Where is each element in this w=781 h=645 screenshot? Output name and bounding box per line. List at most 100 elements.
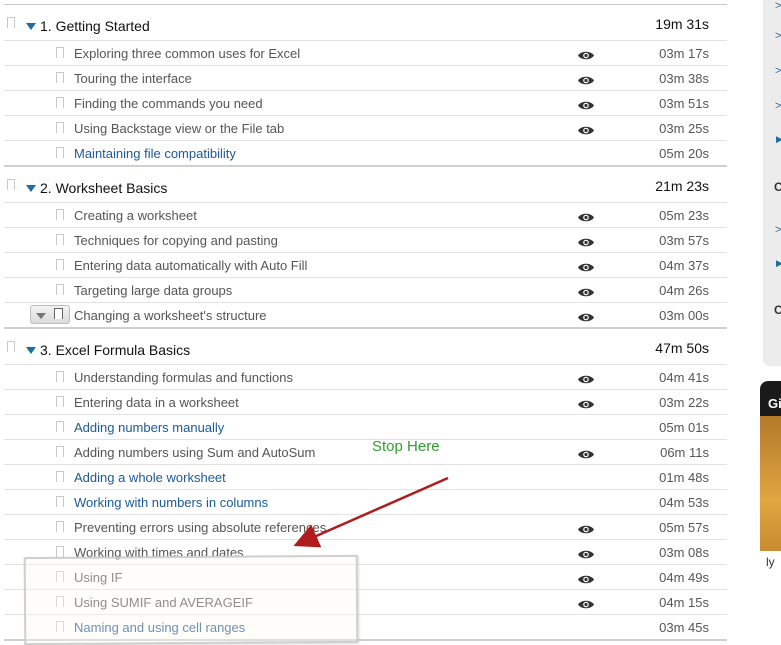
bookmark-icon[interactable]: [7, 341, 15, 356]
chapter-title[interactable]: 2. Worksheet Basics: [40, 180, 167, 196]
lesson-row[interactable]: Entering data automatically with Auto Fi…: [4, 252, 727, 277]
bookmark-icon[interactable]: [56, 259, 64, 274]
lesson-duration: 04m 49s: [659, 570, 709, 585]
lesson-title[interactable]: Exploring three common uses for Excel: [74, 46, 300, 61]
lesson-row[interactable]: Techniques for copying and pasting 03m 57…: [4, 227, 727, 252]
lesson-duration: 03m 51s: [659, 96, 709, 111]
lesson-row[interactable]: Changing a worksheet's structure 03m 00s: [4, 302, 727, 327]
bookmark-icon[interactable]: [56, 72, 64, 87]
chapter-duration: 19m 31s: [655, 16, 709, 32]
lesson-row[interactable]: Finding the commands you need 03m 51s: [4, 90, 727, 115]
bookmark-icon[interactable]: [56, 147, 64, 162]
lesson-title[interactable]: Touring the interface: [74, 71, 192, 86]
lesson-row[interactable]: Maintaining file compatibility 05m 20s: [4, 140, 727, 165]
lesson-title[interactable]: Creating a worksheet: [74, 208, 197, 223]
highlight-box: [23, 554, 359, 645]
bookmark-icon[interactable]: [56, 396, 64, 411]
chevron-right-icon[interactable]: >: [775, 224, 781, 236]
lesson-title[interactable]: Understanding formulas and functions: [74, 370, 293, 385]
bookmark-icon[interactable]: [56, 97, 64, 112]
lesson-title[interactable]: Adding a whole worksheet: [74, 470, 226, 485]
chevron-right-icon[interactable]: >: [775, 0, 781, 12]
lesson-title[interactable]: Using Backstage view or the File tab: [74, 121, 284, 136]
bookmark-icon[interactable]: [56, 521, 64, 536]
chevron-right-icon[interactable]: >: [775, 100, 781, 112]
sidebar-ad-text: Gi: [768, 396, 781, 411]
bookmark-icon[interactable]: [7, 179, 15, 194]
chapter-title[interactable]: 1. Getting Started: [40, 18, 150, 34]
lesson-duration: 01m 48s: [659, 470, 709, 485]
lesson-row[interactable]: Targeting large data groups 04m 26s: [4, 277, 727, 302]
chapter-header[interactable]: 3. Excel Formula Basics 47m 50s: [4, 329, 727, 364]
chevron-right-icon[interactable]: >: [775, 65, 781, 77]
lesson-duration: 03m 57s: [659, 233, 709, 248]
chevron-right-icon[interactable]: >: [775, 30, 781, 42]
bookmark-icon[interactable]: [56, 234, 64, 249]
collapse-triangle-icon[interactable]: [26, 347, 36, 354]
lesson-row[interactable]: Creating a worksheet 05m 23s: [4, 202, 727, 227]
collapse-triangle-icon[interactable]: [26, 23, 36, 30]
viewed-eye-icon: [577, 210, 595, 222]
bookmark-icon[interactable]: [56, 284, 64, 299]
lesson-duration: 03m 38s: [659, 71, 709, 86]
lesson-title[interactable]: Finding the commands you need: [74, 96, 263, 111]
lesson-title[interactable]: Working with numbers in columns: [74, 495, 268, 510]
bookmark-icon[interactable]: [56, 421, 64, 436]
bookmark-icon[interactable]: [56, 546, 64, 561]
collapse-triangle-icon[interactable]: [26, 185, 36, 192]
bookmark-icon[interactable]: [7, 17, 15, 32]
viewed-eye-icon: [577, 123, 595, 135]
lesson-duration: 05m 20s: [659, 146, 709, 161]
lesson-duration: 04m 37s: [659, 258, 709, 273]
viewed-eye-icon: [577, 235, 595, 247]
bookmark-flag-icon: [54, 308, 63, 319]
chapter-title[interactable]: 3. Excel Formula Basics: [40, 342, 190, 358]
lesson-duration: 04m 41s: [659, 370, 709, 385]
chapter-duration: 47m 50s: [655, 340, 709, 356]
bookmark-icon[interactable]: [56, 47, 64, 62]
lesson-row[interactable]: Entering data in a worksheet 03m 22s: [4, 389, 727, 414]
lesson-row[interactable]: Touring the interface 03m 38s: [4, 65, 727, 90]
viewed-eye-icon: [577, 98, 595, 110]
bookmark-icon[interactable]: [56, 471, 64, 486]
lesson-title[interactable]: Adding numbers manually: [74, 420, 224, 435]
lesson-title[interactable]: Entering data automatically with Auto Fi…: [74, 258, 307, 273]
bookmark-icon[interactable]: [56, 209, 64, 224]
bookmark-icon[interactable]: [56, 446, 64, 461]
bookmark-icon[interactable]: [56, 371, 64, 386]
viewed-eye-icon: [577, 572, 595, 584]
chapter-header[interactable]: 2. Worksheet Basics 21m 23s: [4, 167, 727, 202]
dropdown-arrow-icon: [36, 313, 46, 319]
triangle-right-icon[interactable]: ▶: [776, 258, 781, 269]
right-sidebar: > > > > ▶ C > ▶ C Gi ly: [760, 0, 781, 643]
viewed-eye-icon: [577, 597, 595, 609]
lesson-title[interactable]: Changing a worksheet's structure: [74, 308, 267, 323]
lesson-row[interactable]: Exploring three common uses for Excel 03m…: [4, 40, 727, 65]
viewed-eye-icon: [577, 260, 595, 272]
lesson-row[interactable]: Adding numbers manually 05m 01s: [4, 414, 727, 439]
lesson-title[interactable]: Entering data in a worksheet: [74, 395, 239, 410]
lesson-options-button[interactable]: [30, 305, 70, 324]
sidebar-ad-caption: ly: [766, 555, 775, 569]
bookmark-icon[interactable]: [56, 496, 64, 511]
lesson-row[interactable]: Understanding formulas and functions 04m …: [4, 364, 727, 389]
viewed-eye-icon: [577, 547, 595, 559]
lesson-title[interactable]: Maintaining file compatibility: [74, 146, 236, 161]
lesson-title[interactable]: Adding numbers using Sum and AutoSum: [74, 445, 315, 460]
chapter-header[interactable]: 1. Getting Started 19m 31s: [4, 5, 727, 40]
lesson-title[interactable]: Techniques for copying and pasting: [74, 233, 278, 248]
lesson-title[interactable]: Targeting large data groups: [74, 283, 232, 298]
triangle-right-icon[interactable]: ▶: [776, 134, 781, 145]
lesson-row[interactable]: Adding numbers using Sum and AutoSum 06m …: [4, 439, 727, 464]
lesson-duration: 04m 15s: [659, 595, 709, 610]
lesson-duration: 03m 45s: [659, 620, 709, 635]
sidebar-heading-fragment: C: [774, 303, 781, 317]
lesson-duration: 04m 53s: [659, 495, 709, 510]
sidebar-heading-fragment: C: [774, 180, 781, 194]
lesson-row[interactable]: Using Backstage view or the File tab 03m …: [4, 115, 727, 140]
bookmark-icon[interactable]: [56, 122, 64, 137]
lesson-duration: 06m 11s: [660, 445, 709, 460]
viewed-eye-icon: [577, 48, 595, 60]
lesson-duration: 03m 08s: [659, 545, 709, 560]
lesson-duration: 05m 01s: [659, 420, 709, 435]
